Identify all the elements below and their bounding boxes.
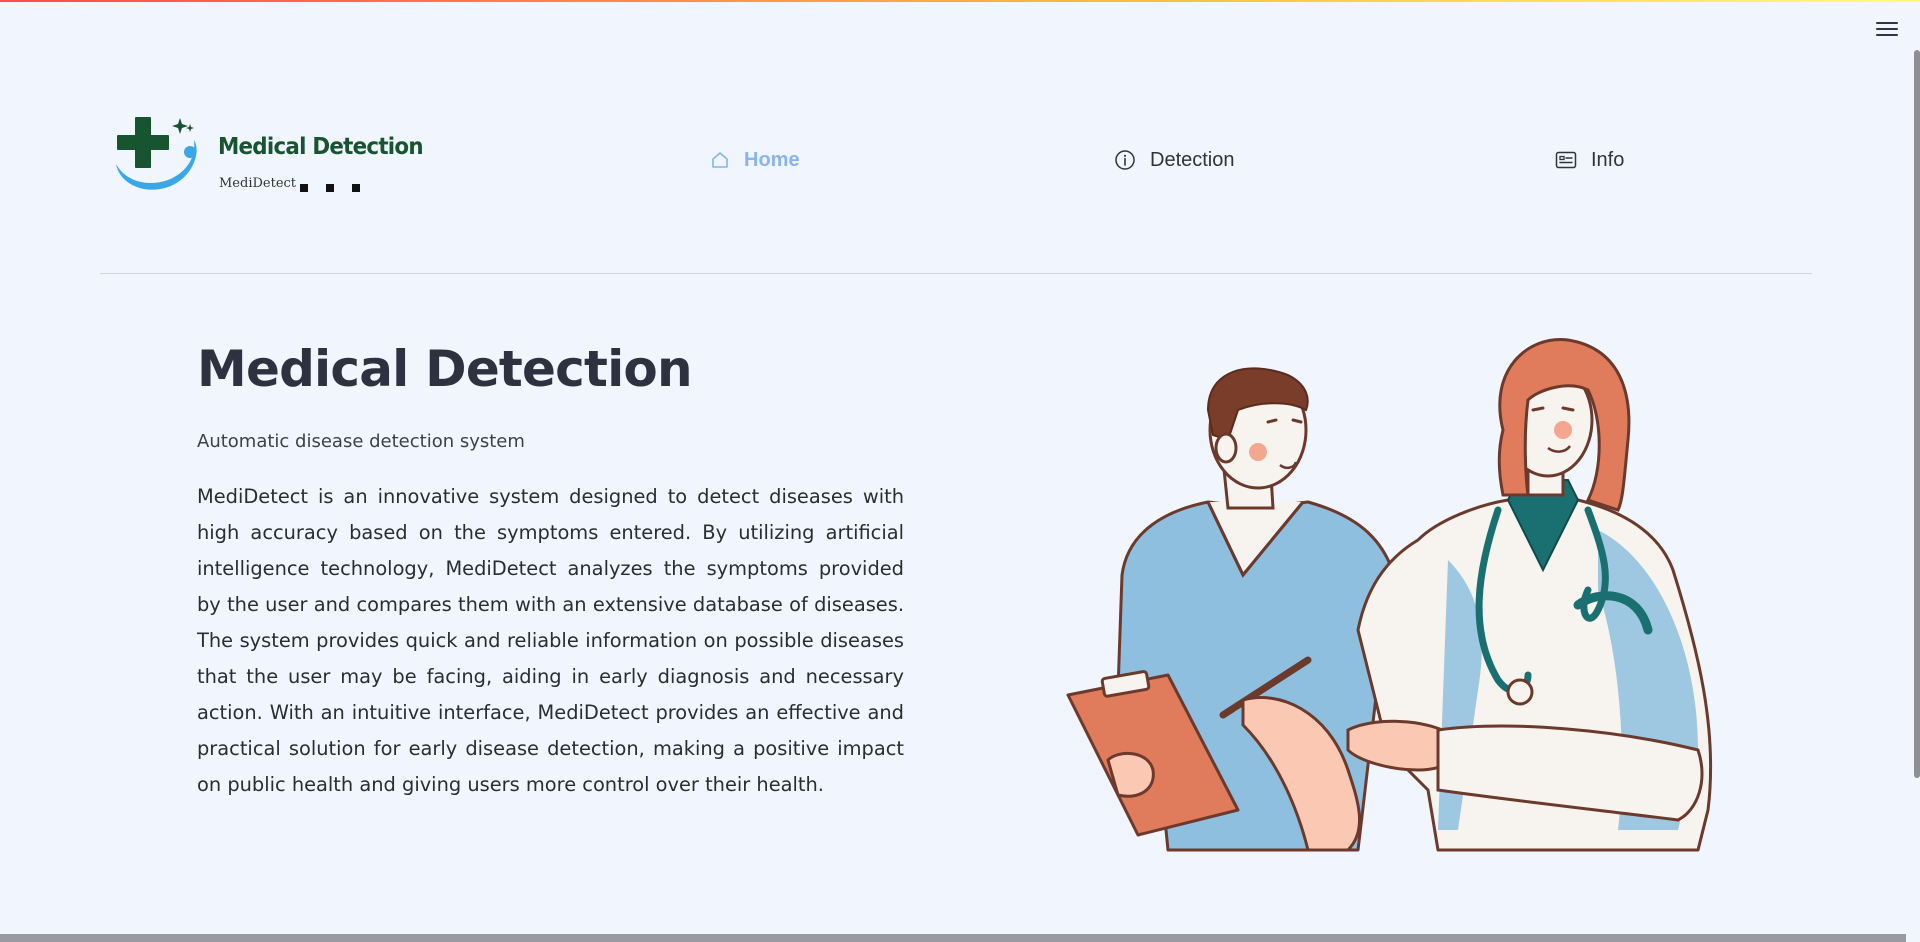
page-subtitle: Automatic disease detection system — [197, 431, 525, 452]
nav-info[interactable]: Info — [1555, 147, 1624, 173]
logo-subtitle: MediDetect — [219, 176, 297, 191]
scrollbar-thumb[interactable] — [1914, 50, 1920, 778]
header-divider — [100, 273, 1812, 274]
horizontal-scrollbar[interactable] — [0, 934, 1906, 942]
home-icon — [712, 152, 728, 168]
logo-dots — [300, 184, 360, 192]
medical-cross-logo-icon — [116, 117, 197, 190]
nav-detection[interactable]: Detection — [1114, 147, 1235, 173]
brand-logo[interactable]: Medical Detection MediDetect — [108, 112, 424, 202]
nav-info-label: Info — [1591, 148, 1625, 171]
info-circle-icon — [1115, 150, 1135, 170]
nav-home[interactable]: Home — [710, 147, 800, 173]
id-card-icon — [1555, 151, 1577, 169]
nav-home-label: Home — [744, 148, 800, 171]
hamburger-menu-icon[interactable] — [1876, 20, 1898, 38]
top-decoration-line — [0, 0, 1920, 2]
page-description: MediDetect is an innovative system desig… — [197, 485, 904, 796]
nav-detection-label: Detection — [1150, 148, 1235, 171]
doctors-illustration — [1066, 338, 1713, 852]
logo-title: Medical Detection — [218, 134, 424, 160]
page-title: Medical Detection — [197, 340, 693, 398]
